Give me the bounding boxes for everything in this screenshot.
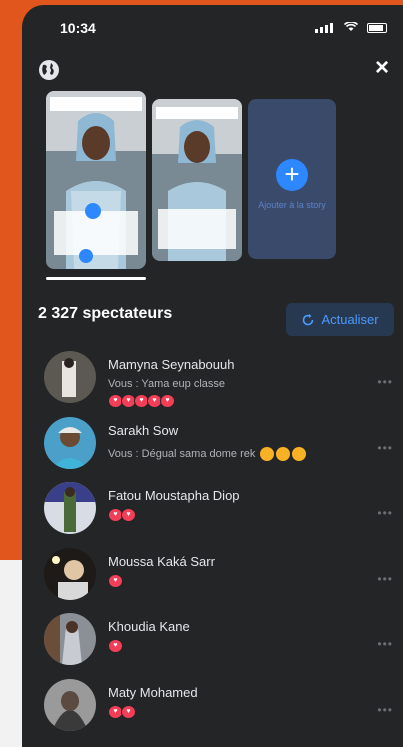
heart-icon: ♥	[160, 394, 175, 408]
close-icon[interactable]: ×	[371, 56, 393, 80]
avatar	[44, 678, 96, 731]
more-icon[interactable]: •••	[377, 637, 393, 651]
viewer-name: Khoudia Kane	[108, 619, 190, 634]
refresh-label: Actualiser	[321, 312, 379, 327]
emoji-icon	[292, 446, 307, 461]
refresh-icon	[303, 313, 314, 325]
viewer-name: Moussa Kaká Sarr	[108, 553, 215, 569]
more-icon[interactable]: •••	[377, 572, 393, 586]
viewer-row[interactable]: Maty Mohamed ♥ ♥ •••	[22, 673, 403, 739]
add-to-story-label: Ajouter à la story	[258, 200, 326, 210]
viewer-name: Fatou Moustapha Diop	[108, 488, 240, 503]
reactions: ♥	[108, 573, 123, 588]
viewer-row[interactable]: Moussa Kaká Sarr ♥ •••	[22, 542, 403, 608]
avatar	[44, 482, 96, 534]
heart-icon: ♥	[108, 573, 123, 588]
viewer-message: Vous : Dégual sama dome rek	[108, 446, 307, 461]
viewer-name: Sarakh Sow	[108, 422, 179, 438]
add-to-story-button[interactable]: + Ajouter à la story	[248, 99, 336, 259]
avatar	[44, 416, 96, 469]
viewers-count: 2 327 spectateurs	[38, 305, 173, 322]
phone-screen: 10:34 × + Ajouter à la story 2 327 spect…	[22, 5, 403, 747]
more-icon[interactable]: •••	[377, 441, 393, 455]
more-icon[interactable]: •••	[377, 506, 393, 520]
more-icon[interactable]: •••	[377, 375, 393, 389]
plus-icon: +	[276, 159, 308, 191]
status-bar: 10:34	[22, 5, 403, 49]
emoji-icon	[276, 446, 291, 461]
viewer-name: Maty Mohamed	[108, 684, 198, 700]
viewer-row[interactable]: Mamyna Seynabouuh Vous : Yama eup classe…	[22, 345, 403, 411]
story-thumbnail-2[interactable]	[152, 99, 242, 261]
status-time: 10:34	[60, 20, 96, 36]
viewer-row[interactable]: Khoudia Kane ♥ •••	[22, 607, 403, 673]
refresh-button[interactable]: Actualiser	[286, 303, 394, 336]
avatar	[44, 613, 96, 665]
globe-icon[interactable]	[38, 59, 60, 81]
reactions: ♥	[108, 639, 123, 653]
viewer-row[interactable]: Sarakh Sow Vous : Dégual sama dome rek •…	[22, 411, 403, 477]
reactions: ♥ ♥	[108, 704, 136, 719]
viewer-message-text: Vous : Dégual sama dome rek	[108, 447, 256, 460]
wifi-icon	[344, 22, 358, 31]
story-selected-indicator	[46, 277, 146, 280]
viewers-list: Mamyna Seynabouuh Vous : Yama eup classe…	[22, 345, 403, 738]
avatar	[44, 547, 96, 600]
battery-icon	[367, 23, 387, 33]
avatar	[44, 351, 96, 403]
viewer-message: Vous : Yama eup classe	[108, 378, 225, 390]
signal-icon	[315, 23, 333, 33]
viewer-row[interactable]: Fatou Moustapha Diop ♥ ♥ •••	[22, 476, 403, 542]
reactions: ♥ ♥	[108, 508, 136, 522]
story-thumbnail-1[interactable]	[46, 91, 146, 269]
story-1-image	[46, 91, 146, 269]
heart-icon: ♥	[108, 639, 123, 653]
heart-icon: ♥	[121, 704, 136, 719]
story-2-image	[152, 99, 242, 261]
viewer-name: Mamyna Seynabouuh	[108, 357, 235, 372]
emoji-icon	[260, 446, 275, 461]
reactions: ♥ ♥ ♥ ♥ ♥	[108, 394, 175, 408]
heart-icon: ♥	[121, 508, 136, 522]
more-icon[interactable]: •••	[377, 703, 393, 717]
